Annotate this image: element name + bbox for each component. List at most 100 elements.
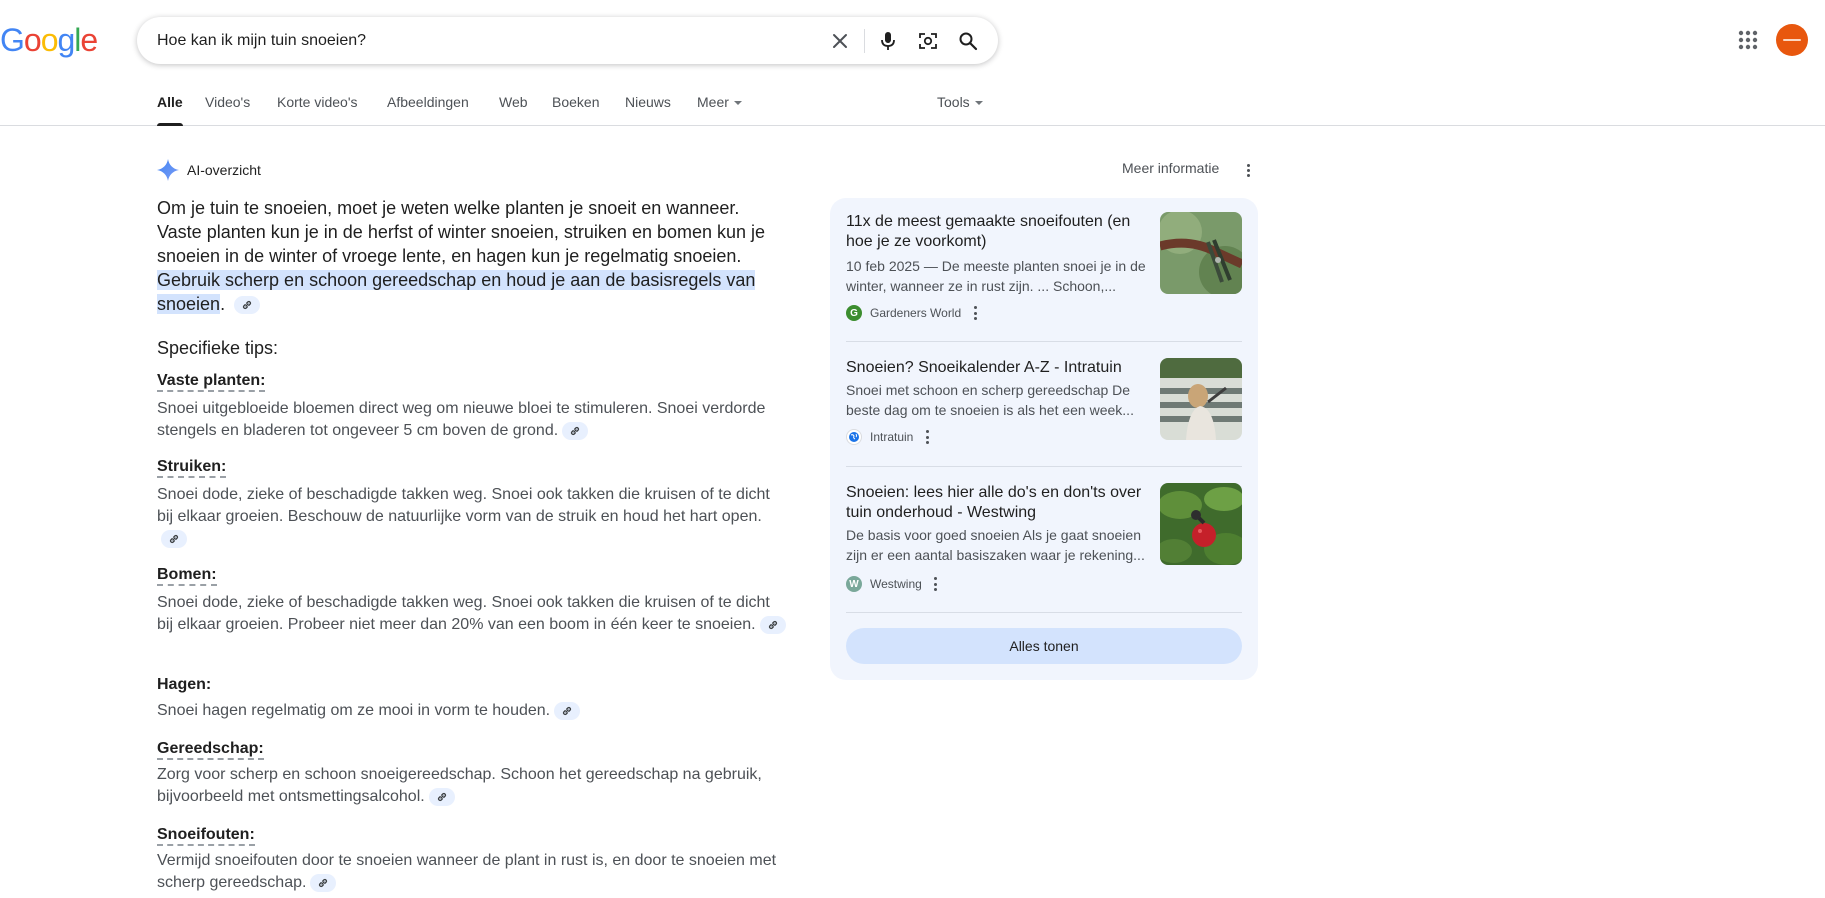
link-icon bbox=[169, 534, 179, 543]
ai-overview-title: AI-overzicht bbox=[187, 162, 261, 178]
tab-korte-videos[interactable]: Korte video's bbox=[277, 94, 358, 126]
tip-text: Zorg voor scherp en schoon snoeigereedsc… bbox=[157, 766, 762, 805]
source-card[interactable]: Snoeien: lees hier alle do's en don'ts o… bbox=[846, 483, 1242, 593]
tab-web[interactable]: Web bbox=[499, 94, 528, 126]
source-title[interactable]: Snoeien? Snoeikalender A-Z - Intratuin bbox=[846, 358, 1146, 378]
source-snippet: De basis voor goed snoeien Als je gaat s… bbox=[846, 527, 1145, 563]
tip-title[interactable]: Gereedschap: bbox=[157, 740, 264, 760]
microphone-icon[interactable] bbox=[875, 28, 901, 54]
source-divider bbox=[846, 466, 1242, 467]
tab-label: Nieuws bbox=[625, 94, 671, 110]
source-divider bbox=[846, 341, 1242, 342]
intro-period: . bbox=[220, 294, 226, 314]
ai-overview-intro: Om je tuin te snoeien, moet je weten wel… bbox=[157, 196, 787, 316]
tip-body: Snoei uitgebloeide bloemen direct weg om… bbox=[157, 398, 787, 442]
intro-text: Om je tuin te snoeien, moet je weten wel… bbox=[157, 198, 766, 266]
link-icon bbox=[243, 301, 252, 310]
gardeners-world-favicon-icon: G bbox=[846, 305, 862, 321]
tip-title[interactable]: Struiken: bbox=[157, 458, 227, 478]
tab-label: Video's bbox=[205, 94, 251, 110]
tab-label: Boeken bbox=[552, 94, 600, 110]
tab-label: Alle bbox=[157, 94, 183, 110]
search-icon[interactable] bbox=[955, 28, 981, 54]
top-header: Google Alle Video's Korte video's bbox=[0, 0, 1825, 126]
tip-title: Hagen: bbox=[157, 676, 212, 693]
source-snippet: Snoei met schoon en scherp gereedschap D… bbox=[846, 382, 1134, 418]
more-options-icon[interactable] bbox=[925, 430, 929, 444]
link-chip[interactable] bbox=[310, 873, 337, 892]
tip-text: Snoei hagen regelmatig om ze mooi in vor… bbox=[157, 702, 551, 719]
more-options-icon[interactable] bbox=[934, 577, 938, 591]
link-chip[interactable] bbox=[759, 615, 786, 634]
tip-body: Snoei dode, zieke of beschadigde takken … bbox=[157, 484, 787, 550]
clear-search-icon[interactable] bbox=[827, 28, 853, 54]
tip-text: Snoei uitgebloeide bloemen direct weg om… bbox=[157, 400, 766, 439]
more-options-icon[interactable] bbox=[1238, 158, 1258, 182]
tip-text: Vermijd snoeifouten door te snoeien wann… bbox=[157, 852, 777, 891]
link-icon bbox=[437, 792, 446, 801]
source-thumbnail[interactable] bbox=[1160, 358, 1242, 440]
source-site: W Westwing bbox=[846, 575, 938, 593]
source-card[interactable]: Snoeien? Snoeikalender A-Z - Intratuin S… bbox=[846, 358, 1242, 445]
search-box bbox=[137, 17, 998, 64]
tools-label: Tools bbox=[937, 94, 970, 110]
source-site-name: Westwing bbox=[870, 577, 922, 591]
source-site: G Gardeners World bbox=[846, 304, 977, 322]
tip-title[interactable]: Snoeifouten: bbox=[157, 826, 255, 846]
account-avatar[interactable] bbox=[1776, 24, 1808, 56]
search-input[interactable] bbox=[157, 17, 807, 64]
source-card[interactable]: 11x de meest gemaakte snoeifouten (en ho… bbox=[846, 212, 1242, 322]
link-chip[interactable] bbox=[234, 296, 261, 315]
source-divider bbox=[846, 612, 1242, 613]
tip-body: Zorg voor scherp en schoon snoeigereedsc… bbox=[157, 764, 787, 808]
tip-text: Snoei dode, zieke of beschadigde takken … bbox=[157, 486, 770, 525]
ai-overview-header: AI-overzicht bbox=[157, 158, 261, 182]
source-thumbnail[interactable] bbox=[1160, 212, 1242, 294]
google-logo[interactable]: Google bbox=[0, 22, 98, 59]
tab-boeken[interactable]: Boeken bbox=[552, 94, 599, 126]
link-icon bbox=[319, 878, 328, 887]
link-chip[interactable] bbox=[562, 421, 589, 440]
specific-tips-heading: Specifieke tips: bbox=[157, 338, 279, 358]
tip-title[interactable]: Bomen: bbox=[157, 566, 217, 586]
source-thumbnail[interactable] bbox=[1160, 483, 1242, 565]
tab-alle[interactable]: Alle bbox=[157, 94, 183, 126]
more-info-link[interactable]: Meer informatie bbox=[1122, 160, 1219, 176]
apps-grid-icon[interactable] bbox=[1736, 28, 1760, 52]
show-all-button[interactable]: Alles tonen bbox=[846, 628, 1242, 664]
tab-afbeeldingen[interactable]: Afbeeldingen bbox=[387, 94, 469, 126]
tab-label: Korte video's bbox=[277, 94, 358, 110]
source-site: Intratuin bbox=[846, 428, 929, 446]
link-chip[interactable] bbox=[428, 787, 455, 806]
westwing-favicon-icon: W bbox=[846, 576, 862, 592]
tip-body: Snoei hagen regelmatig om ze mooi in vor… bbox=[157, 700, 787, 722]
tab-label: Meer bbox=[697, 94, 729, 110]
link-icon bbox=[563, 706, 572, 715]
source-title[interactable]: Snoeien: lees hier alle do's en don'ts o… bbox=[846, 483, 1146, 523]
chevron-down-icon bbox=[733, 101, 742, 106]
globe-icon bbox=[846, 429, 862, 445]
source-title[interactable]: 11x de meest gemaakte snoeifouten (en ho… bbox=[846, 212, 1146, 252]
link-chip[interactable] bbox=[161, 529, 187, 548]
tip-body: Vermijd snoeifouten door te snoeien wann… bbox=[157, 850, 787, 894]
more-options-icon[interactable] bbox=[973, 306, 977, 320]
link-icon bbox=[571, 426, 580, 435]
tip-title[interactable]: Vaste planten: bbox=[157, 372, 266, 392]
tab-videos[interactable]: Video's bbox=[205, 94, 250, 126]
sources-panel: 11x de meest gemaakte snoeifouten (en ho… bbox=[830, 198, 1258, 680]
lens-camera-icon[interactable] bbox=[915, 28, 941, 54]
source-snippet: 10 feb 2025 — De meeste planten snoei je… bbox=[846, 258, 1146, 294]
link-icon bbox=[768, 620, 777, 629]
tab-nieuws[interactable]: Nieuws bbox=[625, 94, 671, 126]
search-divider bbox=[864, 29, 865, 53]
source-site-name: Gardeners World bbox=[870, 306, 962, 320]
tools-button[interactable]: Tools bbox=[937, 94, 983, 126]
source-site-name: Intratuin bbox=[870, 430, 914, 444]
tip-text: Snoei dode, zieke of beschadigde takken … bbox=[157, 594, 770, 633]
gemini-sparkle-icon bbox=[157, 159, 179, 181]
tip-body: Snoei dode, zieke of beschadigde takken … bbox=[157, 592, 787, 636]
link-chip[interactable] bbox=[554, 701, 581, 720]
tab-meer[interactable]: Meer bbox=[697, 94, 742, 126]
chevron-down-icon bbox=[974, 101, 983, 106]
tab-label: Web bbox=[499, 94, 528, 110]
